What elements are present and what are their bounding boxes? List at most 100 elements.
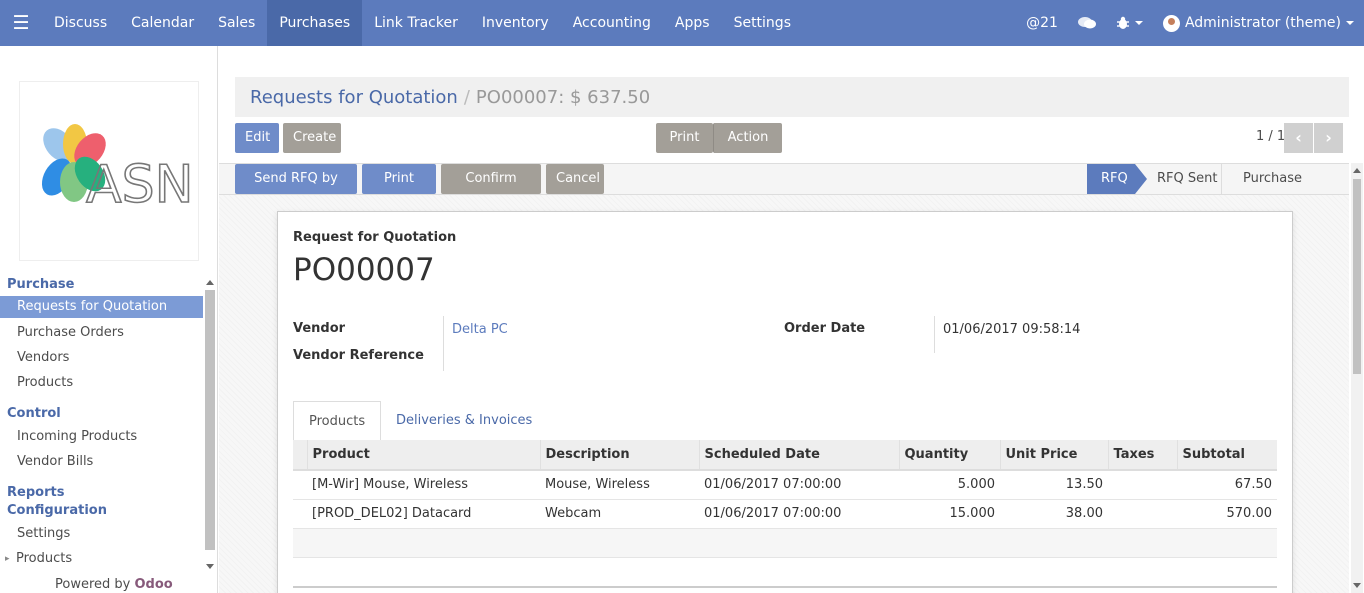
column-quantity[interactable]: Quantity bbox=[899, 440, 1001, 471]
column-unit-price[interactable]: Unit Price bbox=[1000, 440, 1109, 471]
stage-rfq-sent[interactable]: RFQ Sent bbox=[1143, 164, 1231, 194]
logo-text: ASN bbox=[86, 155, 193, 215]
column-scheduled-date[interactable]: Scheduled Date bbox=[699, 440, 900, 471]
column-product[interactable]: Product bbox=[307, 440, 541, 471]
breadcrumb-current: PO00007: $ 637.50 bbox=[475, 87, 651, 108]
section-purchase: Purchase bbox=[7, 277, 75, 292]
nav-accounting[interactable]: Accounting bbox=[561, 0, 663, 46]
nav-link-tracker[interactable]: Link Tracker bbox=[362, 0, 470, 46]
column-description[interactable]: Description bbox=[540, 440, 700, 471]
form-statusbar: Send RFQ by Email Print RFQ Confirm Orde… bbox=[219, 163, 1349, 216]
nav-purchases[interactable]: Purchases bbox=[267, 0, 363, 46]
cell-quantity: 15.000 bbox=[899, 499, 1000, 529]
powered-by-label: Powered by bbox=[55, 577, 131, 592]
nav-discuss[interactable]: Discuss bbox=[42, 0, 119, 46]
nav-calendar[interactable]: Calendar bbox=[119, 0, 206, 46]
scroll-down-icon[interactable] bbox=[1353, 583, 1361, 588]
sidebar-scrollbar[interactable] bbox=[204, 276, 216, 576]
sidebar-item-incoming-products[interactable]: Incoming Products bbox=[0, 426, 203, 448]
tab-deliveries-invoices[interactable]: Deliveries & Invoices bbox=[381, 401, 547, 441]
cell-scheduled-date: 01/06/2017 07:00:00 bbox=[699, 499, 899, 529]
mentions-counter[interactable]: @21 bbox=[1016, 0, 1068, 46]
document-type-label: Request for Quotation bbox=[293, 230, 457, 245]
sidebar-item-label: Products bbox=[16, 551, 73, 566]
vendor-link[interactable]: Delta PC bbox=[452, 322, 508, 337]
pager-next-icon[interactable]: › bbox=[1314, 123, 1343, 153]
odoo-link[interactable]: Odoo bbox=[135, 577, 173, 592]
empty-cell bbox=[293, 528, 1277, 558]
form-sheet: Request for Quotation PO00007 Vendor Del… bbox=[277, 211, 1293, 593]
print-label: Print bbox=[669, 130, 700, 145]
avatar bbox=[1162, 14, 1180, 32]
main-scrollbar[interactable] bbox=[1351, 163, 1363, 593]
cancel-button[interactable]: Cancel bbox=[546, 164, 604, 194]
stage-divider bbox=[1221, 164, 1222, 194]
company-logo: ASN bbox=[19, 81, 199, 261]
sidebar: ASN Purchase Requests for Quotation Purc… bbox=[0, 46, 218, 593]
stage-purchase-order[interactable]: Purchase Order bbox=[1229, 164, 1349, 216]
cell-description: Mouse, Wireless bbox=[540, 470, 699, 500]
cell-scheduled-date: 01/06/2017 07:00:00 bbox=[699, 470, 899, 500]
nav-apps[interactable]: Apps bbox=[663, 0, 722, 46]
tab-products[interactable]: Products bbox=[293, 401, 382, 441]
cell-unit-price: 38.00 bbox=[1000, 499, 1108, 529]
print-dropdown[interactable]: Print bbox=[656, 123, 713, 170]
confirm-order-button[interactable]: Confirm Order bbox=[441, 164, 541, 216]
sidebar-item-vendor-bills[interactable]: Vendor Bills bbox=[0, 451, 203, 473]
cell-quantity: 5.000 bbox=[899, 470, 1000, 500]
main-menu: Discuss Calendar Sales Purchases Link Tr… bbox=[42, 0, 803, 46]
sidebar-item-purchase-orders[interactable]: Purchase Orders bbox=[0, 322, 203, 344]
nav-inventory[interactable]: Inventory bbox=[470, 0, 561, 46]
stage-rfq[interactable]: RFQ bbox=[1087, 164, 1135, 194]
create-button[interactable]: Create bbox=[283, 123, 341, 153]
order-date-label: Order Date bbox=[784, 321, 866, 336]
field-divider bbox=[443, 316, 444, 371]
field-divider bbox=[934, 316, 935, 353]
cell-subtotal: 67.50 bbox=[1177, 470, 1277, 500]
column-taxes[interactable]: Taxes bbox=[1108, 440, 1178, 471]
empty-row bbox=[293, 528, 1277, 558]
sidebar-item-settings[interactable]: Settings bbox=[0, 523, 203, 545]
user-menu[interactable]: Administrator (theme) bbox=[1153, 0, 1364, 46]
section-reports[interactable]: Reports bbox=[7, 485, 64, 500]
action-label: Action bbox=[727, 130, 769, 145]
user-name: Administrator (theme) bbox=[1184, 15, 1341, 31]
table-row[interactable]: [M-Wir] Mouse, Wireless Mouse, Wireless … bbox=[293, 470, 1277, 500]
column-subtotal[interactable]: Subtotal bbox=[1177, 440, 1277, 471]
cell-taxes bbox=[1108, 499, 1177, 529]
chevron-right-icon: ▸ bbox=[5, 554, 10, 564]
action-dropdown[interactable]: Action bbox=[713, 123, 782, 170]
navbar-right: @21 Administrator (theme) bbox=[1016, 0, 1364, 46]
sidebar-item-config-products[interactable]: ▸ Products bbox=[0, 548, 203, 570]
nav-sales[interactable]: Sales bbox=[206, 0, 267, 46]
cell-unit-price: 13.50 bbox=[1000, 470, 1108, 500]
section-control: Control bbox=[7, 406, 61, 421]
nav-settings[interactable]: Settings bbox=[722, 0, 803, 46]
chat-icon[interactable] bbox=[1068, 0, 1106, 46]
scroll-thumb[interactable] bbox=[205, 290, 215, 550]
cell-subtotal: 570.00 bbox=[1177, 499, 1277, 529]
row-handle bbox=[293, 499, 307, 529]
powered-by: Powered by Odoo bbox=[55, 577, 173, 592]
breadcrumb-parent[interactable]: Requests for Quotation bbox=[250, 87, 458, 108]
table-footer-line bbox=[293, 586, 1277, 588]
edit-button[interactable]: Edit bbox=[235, 123, 279, 153]
table-row[interactable]: [PROD_DEL02] Datacard Webcam 01/06/2017 … bbox=[293, 499, 1277, 529]
scroll-down-icon[interactable] bbox=[206, 564, 214, 569]
table-header-row: Product Description Scheduled Date Quant… bbox=[293, 440, 1277, 471]
sidebar-item-vendors[interactable]: Vendors bbox=[0, 347, 203, 369]
control-panel: Requests for Quotation / PO00007: $ 637.50 bbox=[235, 77, 1349, 117]
scroll-up-icon[interactable] bbox=[206, 280, 214, 285]
pager-value: 1 / 1 bbox=[1256, 129, 1286, 144]
cell-taxes bbox=[1108, 470, 1177, 500]
send-rfq-email-button[interactable]: Send RFQ by Email bbox=[235, 164, 357, 216]
sidebar-item-products[interactable]: Products bbox=[0, 372, 203, 394]
scroll-thumb[interactable] bbox=[1353, 179, 1361, 374]
scroll-up-icon[interactable] bbox=[1353, 168, 1361, 173]
section-configuration: Configuration bbox=[7, 503, 107, 518]
print-rfq-button[interactable]: Print RFQ bbox=[362, 164, 436, 216]
sidebar-item-requests-for-quotation[interactable]: Requests for Quotation bbox=[0, 296, 203, 318]
pager-previous-icon[interactable]: ‹ bbox=[1284, 123, 1313, 153]
debug-bug-icon[interactable] bbox=[1106, 0, 1153, 46]
menu-toggle-icon[interactable]: ☰ bbox=[0, 0, 42, 46]
